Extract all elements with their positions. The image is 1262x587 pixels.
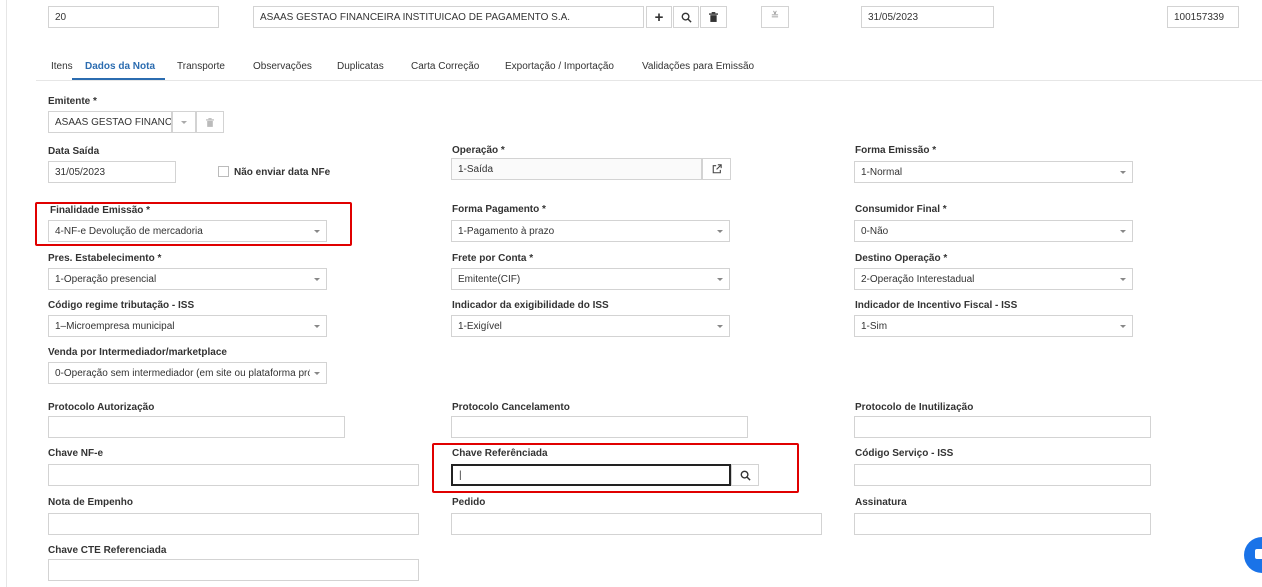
invoice-number-field[interactable]: 100157339 [1167,6,1239,28]
chave-ref-highlight [432,443,799,493]
chat-button[interactable] [1244,537,1262,573]
emitente-clear-button[interactable] [196,111,224,133]
nota-empenho-label: Nota de Empenho [48,497,134,508]
chevron-down-icon [314,278,320,281]
pres-estab-select[interactable]: 1-Operação presencial [48,268,327,290]
chave-cte-field[interactable] [48,559,419,581]
company-field[interactable]: ASAAS GESTAO FINANCEIRA INSTITUICAO DE P… [253,6,644,28]
chave-nfe-field[interactable] [48,464,419,486]
external-link-icon [712,164,722,174]
tab-validacoes[interactable]: Validações para Emissão [642,61,754,72]
chevron-down-icon [181,120,187,124]
consumidor-final-label: Consumidor Final * [855,204,947,215]
frete-select[interactable]: Emitente(CIF) [451,268,730,290]
chevron-down-icon [1120,278,1126,281]
chevron-down-icon [717,325,723,328]
chevron-down-icon [1120,230,1126,233]
exigibilidade-label: Indicador da exigibilidade do ISS [452,300,609,311]
nao-enviar-label: Não enviar data NFe [234,167,331,178]
codigo-servico-label: Código Serviço - ISS [855,448,954,459]
chevron-down-icon [717,230,723,233]
emitente-label: Emitente * [48,96,97,107]
destino-select[interactable]: 2-Operação Interestadual [854,268,1133,290]
codigo-servico-field[interactable] [854,464,1151,486]
pedido-label: Pedido [452,497,486,508]
emitente-select[interactable]: ASAAS GESTAO FINANCE [48,111,172,133]
nota-empenho-field[interactable] [48,513,419,535]
search-button[interactable] [673,6,699,28]
code-field[interactable]: 20 [48,6,219,28]
left-border [6,0,7,587]
protocolo-inut-label: Protocolo de Inutilização [855,402,974,413]
plus-icon: + [654,8,664,26]
regime-label: Código regime tributação - ISS [48,300,195,311]
destino-label: Destino Operação * [855,253,948,264]
frete-label: Frete por Conta * [452,253,534,264]
pedido-field[interactable] [451,513,822,535]
chevron-double-down-icon: ≚ [770,11,780,22]
forma-pagamento-select[interactable]: 1-Pagamento à prazo [451,220,730,242]
trash-icon [206,117,214,127]
exigibilidade-select[interactable]: 1-Exigível [451,315,730,337]
forma-pagamento-label: Forma Pagamento * [452,204,546,215]
tab-carta-correcao[interactable]: Carta Correção [411,61,479,72]
chevron-down-icon [314,372,320,375]
expand-button[interactable]: ≚ [761,6,789,28]
tab-observacoes[interactable]: Observações [253,61,312,72]
protocolo-aut-label: Protocolo Autorização [48,402,155,413]
issue-date-field[interactable]: 31/05/2023 [861,6,994,28]
chave-nfe-label: Chave NF-e [48,448,104,459]
chevron-down-icon [314,325,320,328]
tab-transporte[interactable]: Transporte [177,61,225,72]
delete-button[interactable] [700,6,727,28]
tab-dados-da-nota[interactable]: Dados da Nota [85,61,155,72]
emitente-dropdown-button[interactable] [172,111,196,133]
trash-icon [709,12,718,22]
pres-estab-label: Pres. Estabelecimento * [48,253,162,264]
protocolo-canc-label: Protocolo Cancelamento [452,402,570,413]
assinatura-label: Assinatura [855,497,907,508]
operacao-field[interactable]: 1-Saída [451,158,702,180]
nao-enviar-checkbox[interactable] [218,166,229,177]
intermediador-select[interactable]: 0-Operação sem intermediador (em site ou… [48,362,327,384]
add-button[interactable]: + [646,6,672,28]
incentivo-select[interactable]: 1-Sim [854,315,1133,337]
assinatura-field[interactable] [854,513,1151,535]
tab-exportacao-importacao[interactable]: Exportação / Importação [505,61,614,72]
search-icon [681,12,692,23]
consumidor-final-select[interactable]: 0-Não [854,220,1133,242]
forma-emissao-select[interactable]: 1-Normal [854,161,1133,183]
regime-select[interactable]: 1–Microempresa municipal [48,315,327,337]
protocolo-aut-field[interactable] [48,416,345,438]
operacao-open-button[interactable] [702,158,731,180]
tab-divider [36,80,1262,81]
tab-duplicatas[interactable]: Duplicatas [337,61,384,72]
chat-icon [1255,549,1262,559]
finalidade-highlight [35,202,352,246]
chave-cte-label: Chave CTE Referenciada [48,545,167,556]
data-saida-label: Data Saída [48,146,100,157]
protocolo-inut-field[interactable] [854,416,1151,438]
chevron-down-icon [1120,325,1126,328]
operacao-label: Operação * [452,145,505,156]
data-saida-field[interactable]: 31/05/2023 [48,161,176,183]
incentivo-label: Indicador de Incentivo Fiscal - ISS [855,300,1018,311]
chevron-down-icon [1120,171,1126,174]
protocolo-canc-field[interactable] [451,416,748,438]
intermediador-label: Venda por Intermediador/marketplace [48,347,227,358]
tab-itens[interactable]: Itens [51,61,73,72]
forma-emissao-label: Forma Emissão * [855,145,937,156]
chevron-down-icon [717,278,723,281]
